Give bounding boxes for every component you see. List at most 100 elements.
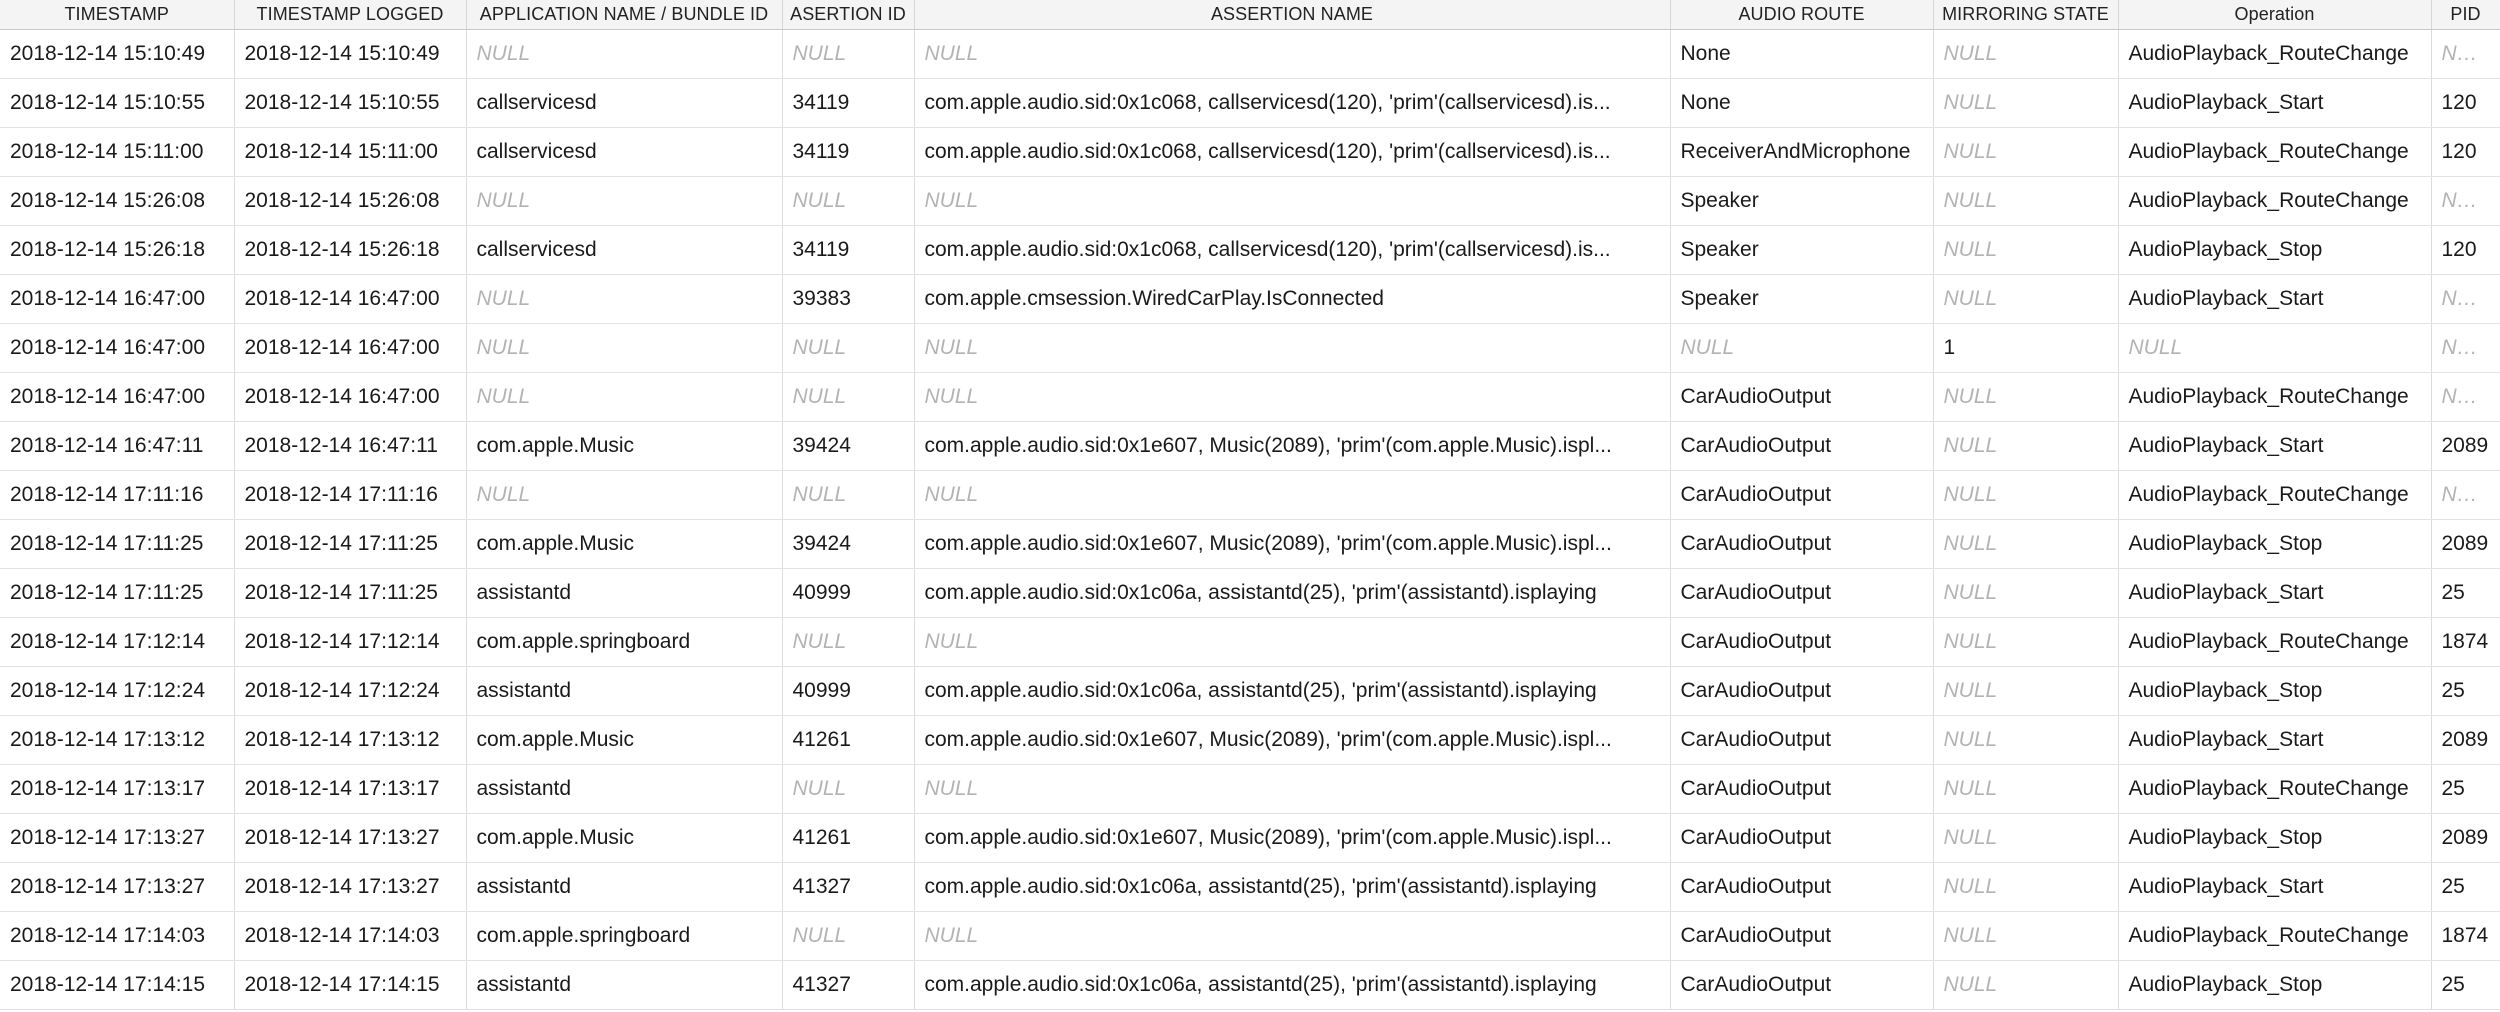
table-row[interactable]: 2018-12-14 17:11:25 2018-12-14 17:11:25 co… — [0, 519, 2500, 569]
pid-cell[interactable]: NULL — [2431, 274, 2500, 324]
assertion-id-cell[interactable]: 39424 — [782, 421, 915, 471]
timestamp-cell[interactable]: 2018-12-14 16:47:11 — [0, 421, 235, 471]
pid-cell[interactable]: 120 — [2431, 127, 2500, 177]
assertion-id-cell[interactable]: NULL — [782, 372, 915, 422]
timestamp-cell[interactable]: 2018-12-14 15:11:00 — [0, 127, 235, 177]
table-row[interactable]: 2018-12-14 16:47:00 2018-12-14 16:47:00 NU… — [0, 274, 2500, 324]
timestamp-logged-cell[interactable]: 2018-12-14 17:13:17 — [234, 764, 467, 814]
pid-cell[interactable]: 25 — [2431, 960, 2500, 1010]
timestamp-cell[interactable]: 2018-12-14 15:26:18 — [0, 225, 235, 275]
timestamp-logged-cell[interactable]: 2018-12-14 17:13:27 — [234, 813, 467, 863]
application-name-cell[interactable]: NULL — [466, 176, 783, 226]
column-header-audio-route[interactable]: AUDIO ROUTE — [1670, 0, 1934, 30]
operation-cell[interactable]: AudioPlayback_RouteChange — [2118, 127, 2432, 177]
application-name-cell[interactable]: assistantd — [466, 568, 783, 618]
mirroring-state-cell[interactable]: NULL — [1933, 176, 2119, 226]
timestamp-logged-cell[interactable]: 2018-12-14 17:13:27 — [234, 862, 467, 912]
assertion-id-cell[interactable]: NULL — [782, 911, 915, 961]
assertion-name-cell[interactable]: com.apple.audio.sid:0x1c068, callservice… — [914, 225, 1671, 275]
timestamp-logged-cell[interactable]: 2018-12-14 15:11:00 — [234, 127, 467, 177]
table-row[interactable]: 2018-12-14 17:13:17 2018-12-14 17:13:17 as… — [0, 764, 2500, 814]
operation-cell[interactable]: AudioPlayback_RouteChange — [2118, 470, 2432, 520]
audio-route-cell[interactable]: CarAudioOutput — [1670, 911, 1934, 961]
operation-cell[interactable]: AudioPlayback_Start — [2118, 274, 2432, 324]
assertion-id-cell[interactable]: NULL — [782, 764, 915, 814]
assertion-id-cell[interactable]: 34119 — [782, 225, 915, 275]
mirroring-state-cell[interactable]: NULL — [1933, 274, 2119, 324]
operation-cell[interactable]: AudioPlayback_RouteChange — [2118, 911, 2432, 961]
timestamp-cell[interactable]: 2018-12-14 16:47:00 — [0, 372, 235, 422]
assertion-id-cell[interactable]: 41261 — [782, 715, 915, 765]
timestamp-logged-cell[interactable]: 2018-12-14 17:13:12 — [234, 715, 467, 765]
audio-route-cell[interactable]: Speaker — [1670, 176, 1934, 226]
assertion-id-cell[interactable]: 40999 — [782, 568, 915, 618]
timestamp-cell[interactable]: 2018-12-14 15:10:49 — [0, 29, 235, 79]
mirroring-state-cell[interactable]: NULL — [1933, 715, 2119, 765]
pid-cell[interactable]: 2089 — [2431, 813, 2500, 863]
table-row[interactable]: 2018-12-14 17:14:03 2018-12-14 17:14:03 co… — [0, 911, 2500, 961]
table-row[interactable]: 2018-12-14 16:47:11 2018-12-14 16:47:11 co… — [0, 421, 2500, 471]
application-name-cell[interactable]: NULL — [466, 372, 783, 422]
operation-cell[interactable]: AudioPlayback_RouteChange — [2118, 617, 2432, 667]
audio-route-cell[interactable]: CarAudioOutput — [1670, 372, 1934, 422]
timestamp-logged-cell[interactable]: 2018-12-14 17:12:24 — [234, 666, 467, 716]
column-header-timestamp[interactable]: TIMESTAMP — [0, 0, 235, 30]
audio-route-cell[interactable]: CarAudioOutput — [1670, 764, 1934, 814]
assertion-name-cell[interactable]: NULL — [914, 911, 1671, 961]
timestamp-logged-cell[interactable]: 2018-12-14 15:10:55 — [234, 78, 467, 128]
operation-cell[interactable]: AudioPlayback_Stop — [2118, 960, 2432, 1010]
table-row[interactable]: 2018-12-14 16:47:00 2018-12-14 16:47:00 NU… — [0, 323, 2500, 373]
timestamp-logged-cell[interactable]: 2018-12-14 15:10:49 — [234, 29, 467, 79]
application-name-cell[interactable]: NULL — [466, 274, 783, 324]
mirroring-state-cell[interactable]: NULL — [1933, 372, 2119, 422]
audio-route-cell[interactable]: NULL — [1670, 323, 1934, 373]
assertion-name-cell[interactable]: NULL — [914, 764, 1671, 814]
audio-route-cell[interactable]: Speaker — [1670, 225, 1934, 275]
column-header-timestamp-logged[interactable]: TIMESTAMP LOGGED — [234, 0, 467, 30]
mirroring-state-cell[interactable]: NULL — [1933, 225, 2119, 275]
operation-cell[interactable]: NULL — [2118, 323, 2432, 373]
mirroring-state-cell[interactable]: NULL — [1933, 911, 2119, 961]
application-name-cell[interactable]: com.apple.springboard — [466, 911, 783, 961]
table-row[interactable]: 2018-12-14 15:26:18 2018-12-14 15:26:18 ca… — [0, 225, 2500, 275]
application-name-cell[interactable]: callservicesd — [466, 127, 783, 177]
timestamp-logged-cell[interactable]: 2018-12-14 16:47:11 — [234, 421, 467, 471]
assertion-id-cell[interactable]: 34119 — [782, 78, 915, 128]
column-header-assertion-id[interactable]: ASERTION ID — [782, 0, 915, 30]
assertion-id-cell[interactable]: 39424 — [782, 519, 915, 569]
table-row[interactable]: 2018-12-14 15:10:49 2018-12-14 15:10:49 NU… — [0, 29, 2500, 79]
application-name-cell[interactable]: com.apple.Music — [466, 813, 783, 863]
assertion-id-cell[interactable]: 41327 — [782, 960, 915, 1010]
application-name-cell[interactable]: NULL — [466, 470, 783, 520]
application-name-cell[interactable]: NULL — [466, 29, 783, 79]
assertion-id-cell[interactable]: NULL — [782, 617, 915, 667]
mirroring-state-cell[interactable]: NULL — [1933, 617, 2119, 667]
timestamp-logged-cell[interactable]: 2018-12-14 17:11:25 — [234, 568, 467, 618]
timestamp-cell[interactable]: 2018-12-14 16:47:00 — [0, 323, 235, 373]
pid-cell[interactable]: 1874 — [2431, 911, 2500, 961]
application-name-cell[interactable]: callservicesd — [466, 225, 783, 275]
operation-cell[interactable]: AudioPlayback_Start — [2118, 862, 2432, 912]
column-header-operation[interactable]: Operation — [2118, 0, 2432, 30]
audio-route-cell[interactable]: CarAudioOutput — [1670, 617, 1934, 667]
application-name-cell[interactable]: com.apple.Music — [466, 519, 783, 569]
table-row[interactable]: 2018-12-14 15:10:55 2018-12-14 15:10:55 ca… — [0, 78, 2500, 128]
assertion-id-cell[interactable]: 34119 — [782, 127, 915, 177]
audio-route-cell[interactable]: CarAudioOutput — [1670, 715, 1934, 765]
timestamp-logged-cell[interactable]: 2018-12-14 17:14:15 — [234, 960, 467, 1010]
timestamp-cell[interactable]: 2018-12-14 17:13:27 — [0, 813, 235, 863]
column-header-assertion-name[interactable]: ASSERTION NAME — [914, 0, 1671, 30]
operation-cell[interactable]: AudioPlayback_Stop — [2118, 666, 2432, 716]
assertion-name-cell[interactable]: com.apple.cmsession.WiredCarPlay.IsConne… — [914, 274, 1671, 324]
pid-cell[interactable]: 2089 — [2431, 715, 2500, 765]
pid-cell[interactable]: 1874 — [2431, 617, 2500, 667]
timestamp-cell[interactable]: 2018-12-14 17:13:17 — [0, 764, 235, 814]
assertion-name-cell[interactable]: com.apple.audio.sid:0x1c06a, assistantd(… — [914, 666, 1671, 716]
mirroring-state-cell[interactable]: NULL — [1933, 78, 2119, 128]
table-row[interactable]: 2018-12-14 17:12:14 2018-12-14 17:12:14 co… — [0, 617, 2500, 667]
operation-cell[interactable]: AudioPlayback_RouteChange — [2118, 764, 2432, 814]
pid-cell[interactable]: 120 — [2431, 225, 2500, 275]
application-name-cell[interactable]: com.apple.springboard — [466, 617, 783, 667]
operation-cell[interactable]: AudioPlayback_RouteChange — [2118, 176, 2432, 226]
assertion-name-cell[interactable]: NULL — [914, 470, 1671, 520]
